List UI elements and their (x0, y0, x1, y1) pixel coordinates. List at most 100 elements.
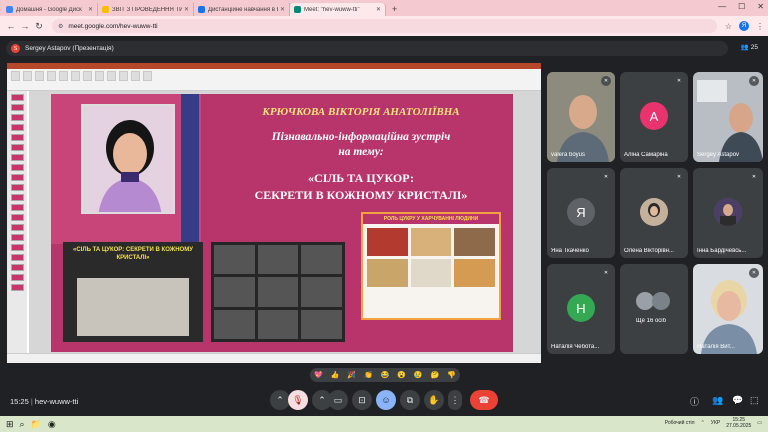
language-indicator[interactable]: УКР (711, 420, 720, 426)
mic-muted-icon: ✕ (674, 172, 684, 182)
participant-tile-natalia-v[interactable]: ✕ Наталія Вит... (693, 264, 763, 354)
camera-toggle-button[interactable]: ▭ (328, 390, 348, 410)
captions-button[interactable]: ⊡ (352, 390, 372, 410)
start-icon[interactable]: ⊞ (6, 419, 14, 430)
close-window-icon[interactable]: ✕ (757, 2, 764, 11)
reaction-thumbs-up[interactable]: 👍 (331, 371, 340, 379)
new-tab-button[interactable]: + (386, 3, 403, 16)
participant-tile-olena[interactable]: ✕ Олена Вікторівн... (620, 168, 688, 258)
more-participants-tile[interactable]: Ще 16 осіб (620, 264, 688, 354)
meeting-details-icon[interactable]: ⓘ (690, 395, 699, 408)
speaker-portrait (81, 104, 175, 214)
profile-avatar[interactable]: Я (739, 21, 749, 31)
search-icon[interactable]: ⌕ (20, 419, 25, 430)
participant-name: Наталія Чебота... (551, 344, 600, 350)
chat-icon[interactable]: 💬 (732, 395, 743, 406)
notifications-icon[interactable]: ▭ (757, 420, 762, 426)
participant-tile-inna[interactable]: ✕ Інна Бардічевсь... (693, 168, 763, 258)
ppt-status-bar (7, 353, 541, 363)
close-tab-icon[interactable]: ✕ (88, 6, 93, 13)
mic-toggle-button[interactable]: 🎙 (288, 390, 308, 410)
participant-tile-sergey[interactable]: ✕ Sergey Astapov (693, 72, 763, 162)
participant-tile-yana[interactable]: Я ✕ Яна Ткаченко (547, 168, 615, 258)
file-explorer-icon[interactable]: 📁 (31, 419, 42, 430)
food-caption: РОЛЬ ЦУКРУ У ХАРЧУВАННІ ЛЮДИНИ (363, 214, 499, 224)
avatar-photo (714, 198, 742, 226)
window-controls: — ☐ ✕ (718, 2, 764, 11)
avatar: Н (567, 294, 595, 322)
reload-icon[interactable]: ↻ (32, 21, 46, 32)
activities-icon[interactable]: ⬚ (750, 395, 759, 406)
participant-name: Аліна Самаріна (624, 152, 668, 158)
reaction-party[interactable]: 🎉 (347, 371, 356, 379)
avatar-photo (640, 198, 668, 226)
close-tab-icon[interactable]: ✕ (280, 6, 285, 13)
close-tab-icon[interactable]: ✕ (376, 6, 381, 13)
raise-hand-button[interactable]: ✋ (424, 390, 444, 410)
more-options-button[interactable]: ⋮ (448, 390, 462, 410)
people-icon[interactable]: 👥 (712, 395, 723, 406)
reaction-surprised[interactable]: 😮 (397, 371, 406, 379)
mic-off-icon: 🎙 (292, 394, 304, 405)
tray-date: 27.05.2025 (726, 423, 752, 429)
participant-name: Олена Вікторівн... (624, 248, 674, 254)
tab-title: Домашня - Google Диск (16, 6, 82, 13)
more-participants-label: Ще 16 осіб (636, 318, 667, 324)
reaction-thumbs-down[interactable]: 👎 (447, 371, 456, 379)
drive-icon (6, 6, 13, 13)
reaction-thinking[interactable]: 🤔 (431, 371, 440, 379)
reaction-laugh[interactable]: 😂 (381, 371, 390, 379)
participant-tile-valera[interactable]: ✕ valera boyus (547, 72, 615, 162)
avatar-stack (636, 292, 672, 312)
tray-arrow-icon[interactable]: ⌃ (701, 420, 705, 426)
clock[interactable]: 15:25 27.05.2025 (726, 417, 751, 429)
reaction-clap[interactable]: 👏 (364, 371, 373, 379)
chevron-up-icon: ⌃ (318, 394, 326, 405)
menu-dots-icon[interactable]: ⋮ (756, 22, 764, 31)
participant-tile-natalia-ch[interactable]: Н ✕ Наталія Чебота... (547, 264, 615, 354)
url-field[interactable]: ⚙ meet.google.com/hev-wuww-tti (52, 19, 717, 33)
participant-tile-alina[interactable]: А ✕ Аліна Самаріна (620, 72, 688, 162)
chrome-icon[interactable]: ◉ (48, 419, 56, 430)
close-tab-icon[interactable]: ✕ (184, 6, 189, 13)
people-icon: 👥 (740, 44, 749, 51)
taskbar: ⊞ ⌕ 📁 ◉ Робочий стіл ⌃ УКР 15:25 27.05.2… (0, 416, 768, 432)
meeting-info: 15:25 | hev-wuww-tti (10, 397, 79, 406)
tab-title: ЗВІТ З ПРОВЕДЕННЯ ТИЖНЯ (112, 6, 182, 13)
site-icon (198, 6, 205, 13)
event-poster-image: «СІЛЬ ТА ЦУКОР: СЕКРЕТИ В КОЖНОМУ КРИСТА… (63, 242, 203, 342)
slide: КРЮЧКОВА ВІКТОРІЯ АНАТОЛІЇВНА Пізнавальн… (51, 94, 513, 352)
browser-tab-meet[interactable]: Meet: "hev-wuww-tti" ✕ (290, 3, 386, 16)
browser-tab-distance-learning[interactable]: Дистанційне навчання в ВСП ✕ (194, 3, 290, 16)
system-tray: Робочий стіл ⌃ УКР 15:25 27.05.2025 ▭ (665, 417, 762, 429)
mic-muted-icon: ✕ (749, 268, 759, 278)
participant-count[interactable]: 👥 25 (740, 43, 758, 52)
minimize-icon[interactable]: — (718, 2, 726, 11)
speaker-name: КРЮЧКОВА ВІКТОРІЯ АНАТОЛІЇВНА (262, 106, 460, 118)
participant-name: Sergey Astapov (697, 152, 740, 158)
forward-icon[interactable]: → (18, 21, 32, 31)
site-info-icon[interactable]: ⚙ (58, 23, 63, 30)
leave-call-button[interactable]: ☎ (470, 390, 498, 410)
emoji-reactions-button[interactable]: ☺ (376, 390, 396, 410)
present-button[interactable]: ⧉ (400, 390, 420, 410)
reaction-heart[interactable]: 💖 (314, 371, 323, 379)
bookmark-star-icon[interactable]: ☆ (725, 22, 732, 31)
browser-tab-report[interactable]: ЗВІТ З ПРОВЕДЕННЯ ТИЖНЯ ✕ (98, 3, 194, 16)
reaction-sad[interactable]: 😢 (414, 371, 423, 379)
maximize-icon[interactable]: ☐ (738, 2, 745, 11)
camera-icon: ▭ (333, 394, 343, 405)
mic-muted-icon: ✕ (749, 172, 759, 182)
ppt-ribbon (7, 69, 541, 91)
participant-count-value: 25 (750, 43, 758, 51)
back-icon[interactable]: ← (4, 21, 18, 31)
browser-tab-google-drive[interactable]: Домашня - Google Диск ✕ (2, 3, 98, 16)
address-bar-row: ← → ↻ ⚙ meet.google.com/hev-wuww-tti ☆ Я… (0, 16, 768, 36)
audio-options-button[interactable]: ⌃ (270, 390, 290, 410)
emoji-icon: ☺ (381, 395, 391, 405)
mic-muted-icon: ✕ (601, 268, 611, 278)
mic-muted-icon: ✕ (601, 172, 611, 182)
mic-muted-icon: ✕ (674, 76, 684, 86)
captions-icon: ⊡ (358, 394, 366, 405)
meeting-time: 15:25 (10, 397, 29, 406)
